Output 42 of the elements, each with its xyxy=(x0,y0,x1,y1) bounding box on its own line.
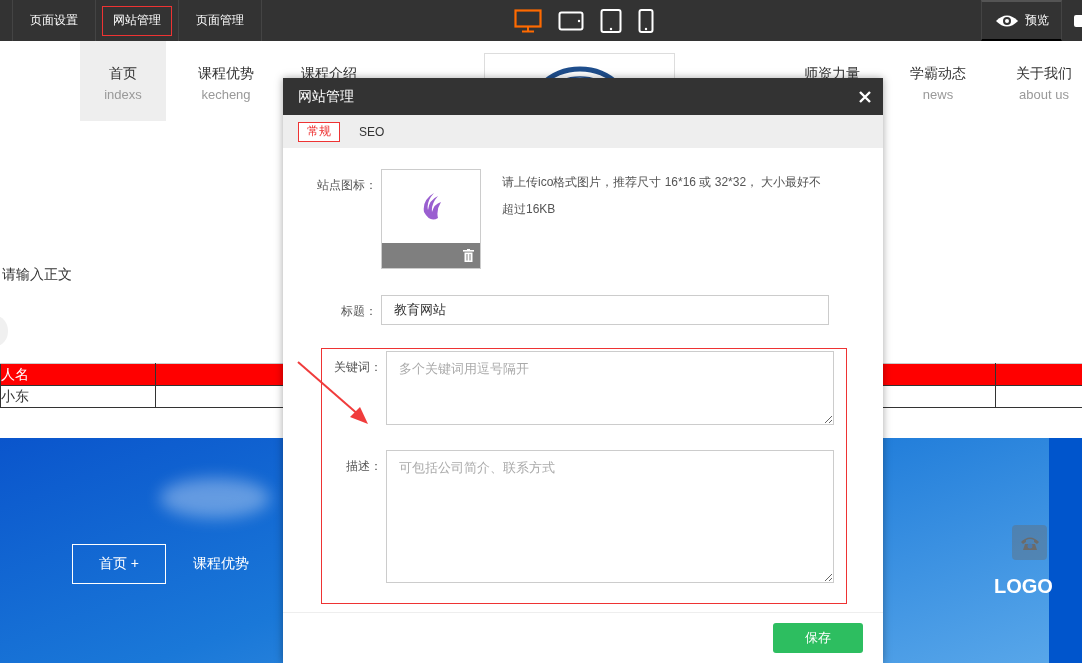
field-label: 站点图标： xyxy=(316,177,378,194)
desktop-icon[interactable] xyxy=(514,8,542,33)
nav-sublabel: indexs xyxy=(104,87,142,102)
toolbar-tab[interactable]: 页面管理 xyxy=(185,5,255,36)
field-label: 标题： xyxy=(340,303,378,320)
nav-label: 课程优势 xyxy=(198,65,254,83)
nav-sublabel: kecheng xyxy=(201,87,251,102)
site-nav-item[interactable]: 课程优势 kecheng xyxy=(183,41,269,121)
dialog-tab[interactable]: SEO xyxy=(350,121,394,142)
close-button[interactable] xyxy=(858,89,872,104)
body-text: 请输入正文 xyxy=(2,266,72,284)
field-label: 关键词： xyxy=(333,359,383,376)
site-nav-item[interactable]: 学霸动态 news xyxy=(900,41,976,121)
cut-off-icon[interactable] xyxy=(1074,12,1082,29)
site-nav-item[interactable]: 首页 indexs xyxy=(80,41,166,121)
text-area[interactable]: 多个关键词用逗号隔开 xyxy=(386,351,834,425)
nav-label: 学霸动态 xyxy=(910,65,966,83)
nav-sublabel: news xyxy=(922,87,954,102)
close-icon xyxy=(858,89,872,104)
dialog-tab[interactable]: 常规 xyxy=(298,121,340,142)
upload-hint: 请上传ico格式图片，推荐尺寸 16*16 或 32*32， 大小最好不超过16KB xyxy=(502,174,823,218)
toolbar-tab[interactable]: 页面设置 xyxy=(19,5,89,36)
image-upload[interactable] xyxy=(381,169,481,269)
tablet-icon[interactable] xyxy=(600,8,622,33)
trash-icon[interactable] xyxy=(463,249,474,262)
text-area[interactable]: 可包括公司简介、联系方式 xyxy=(386,450,834,583)
preview-button[interactable]: 预览 xyxy=(981,0,1062,41)
table-cell: 小东 xyxy=(0,385,156,408)
toolbar-tab[interactable]: 网站管理 xyxy=(102,5,172,36)
dialog-title: 网站管理 xyxy=(298,87,354,106)
field-label: 描述： xyxy=(345,458,383,475)
nav-label: 关于我们 xyxy=(1016,65,1072,83)
header-cell: 人名 xyxy=(0,363,156,386)
logo-text: LOGO xyxy=(994,575,1053,598)
phone-icon[interactable] xyxy=(638,8,654,33)
nav-label: 首页 xyxy=(109,65,137,83)
input-field[interactable]: 教育网站 xyxy=(381,295,829,325)
nav-sublabel: about us xyxy=(1019,87,1069,102)
banner-nav-link[interactable]: 课程优势 xyxy=(193,555,249,573)
site-nav-item[interactable]: 关于我们 about us xyxy=(1006,41,1082,121)
banner-nav-button[interactable]: 首页 + xyxy=(72,544,166,584)
tablet-landscape-icon[interactable] xyxy=(558,10,584,31)
